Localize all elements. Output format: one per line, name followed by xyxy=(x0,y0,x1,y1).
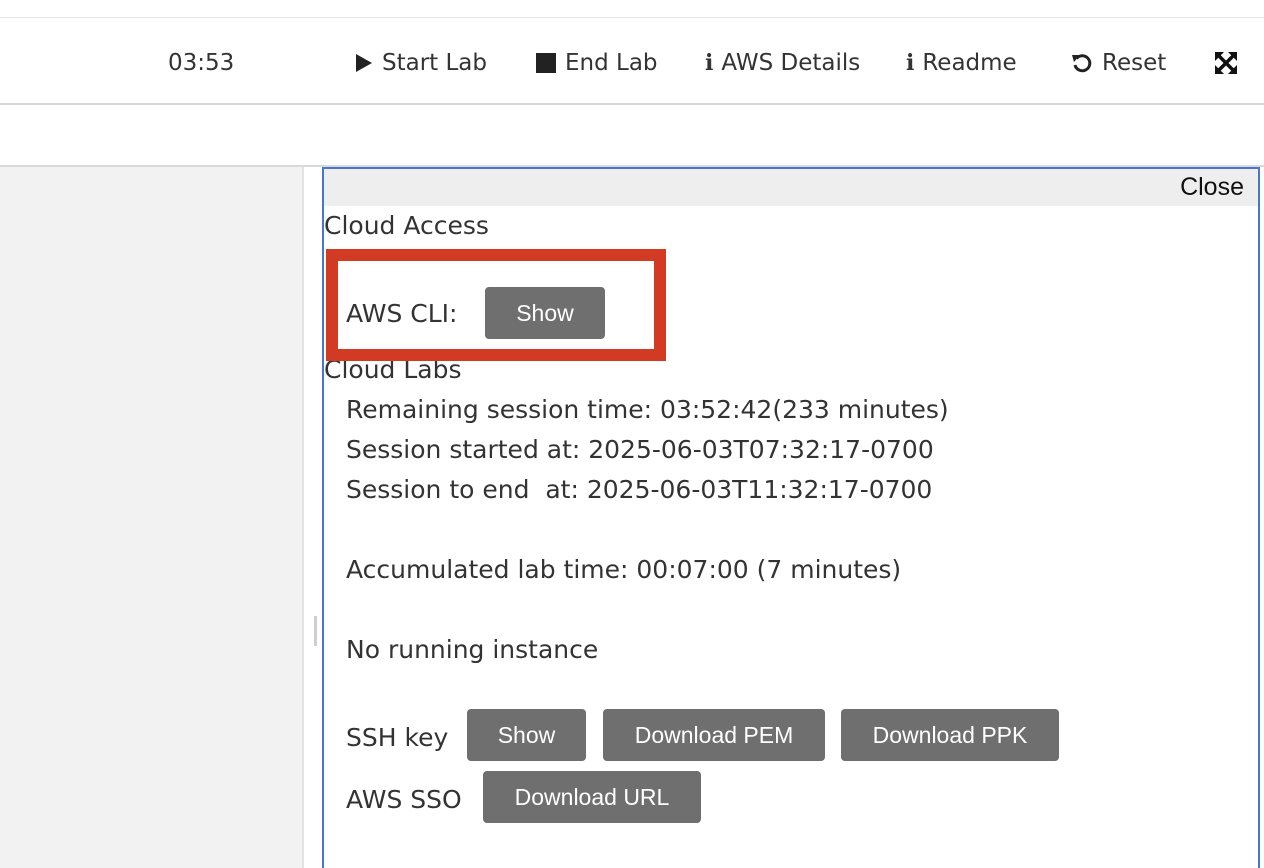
end-lab-button[interactable]: End Lab xyxy=(536,47,658,79)
info-icon: i xyxy=(705,50,714,76)
session-end-at: Session to end at: 2025-06-03T11:32:17-0… xyxy=(346,475,933,504)
aws-details-label: AWS Details xyxy=(721,50,861,76)
dialog-header: Close xyxy=(324,169,1258,206)
lab-toolbar: 03:53 Start Lab End Lab i AWS Details i … xyxy=(0,0,1264,105)
readme-button[interactable]: i Readme xyxy=(906,47,1017,79)
fullscreen-icon xyxy=(1214,51,1238,75)
secondary-bar xyxy=(0,105,1264,165)
ssh-key-label: SSH key xyxy=(346,723,449,752)
reset-label: Reset xyxy=(1102,50,1167,76)
close-button[interactable]: Close xyxy=(1180,173,1244,202)
play-icon xyxy=(355,53,373,73)
accumulated-lab-time: Accumulated lab time: 00:07:00 (7 minute… xyxy=(346,555,902,584)
left-panel-edge xyxy=(302,167,304,868)
left-panel xyxy=(0,167,302,868)
undo-icon xyxy=(1071,52,1093,74)
ssh-show-button[interactable]: Show xyxy=(467,709,586,761)
end-lab-label: End Lab xyxy=(565,50,658,76)
panel-resize-handle[interactable] xyxy=(314,616,317,646)
cloud-access-title: Cloud Access xyxy=(324,211,489,240)
download-ppk-button[interactable]: Download PPK xyxy=(841,709,1059,761)
start-lab-label: Start Lab xyxy=(382,50,488,76)
toolbar-top-divider xyxy=(0,17,1264,18)
instance-status: No running instance xyxy=(346,635,599,664)
remaining-session-time: Remaining session time: 03:52:42(233 min… xyxy=(346,395,949,424)
aws-details-button[interactable]: i AWS Details xyxy=(705,47,860,79)
aws-details-dialog: Close Cloud Access Cloud Labs AWS CLI: S… xyxy=(322,167,1260,868)
session-timer: 03:53 xyxy=(168,50,235,76)
aws-cli-label: AWS CLI: xyxy=(346,299,458,328)
download-url-button[interactable]: Download URL xyxy=(483,771,701,823)
info-icon: i xyxy=(906,50,915,76)
session-started-at: Session started at: 2025-06-03T07:32:17-… xyxy=(346,435,934,464)
download-pem-button[interactable]: Download PEM xyxy=(603,709,825,761)
fullscreen-button[interactable] xyxy=(1214,47,1247,79)
aws-cli-show-button[interactable]: Show xyxy=(485,287,605,339)
readme-label: Readme xyxy=(922,50,1017,76)
reset-button[interactable]: Reset xyxy=(1071,47,1166,79)
start-lab-button[interactable]: Start Lab xyxy=(355,47,487,79)
stop-icon xyxy=(536,53,556,73)
aws-sso-label: AWS SSO xyxy=(346,785,462,814)
